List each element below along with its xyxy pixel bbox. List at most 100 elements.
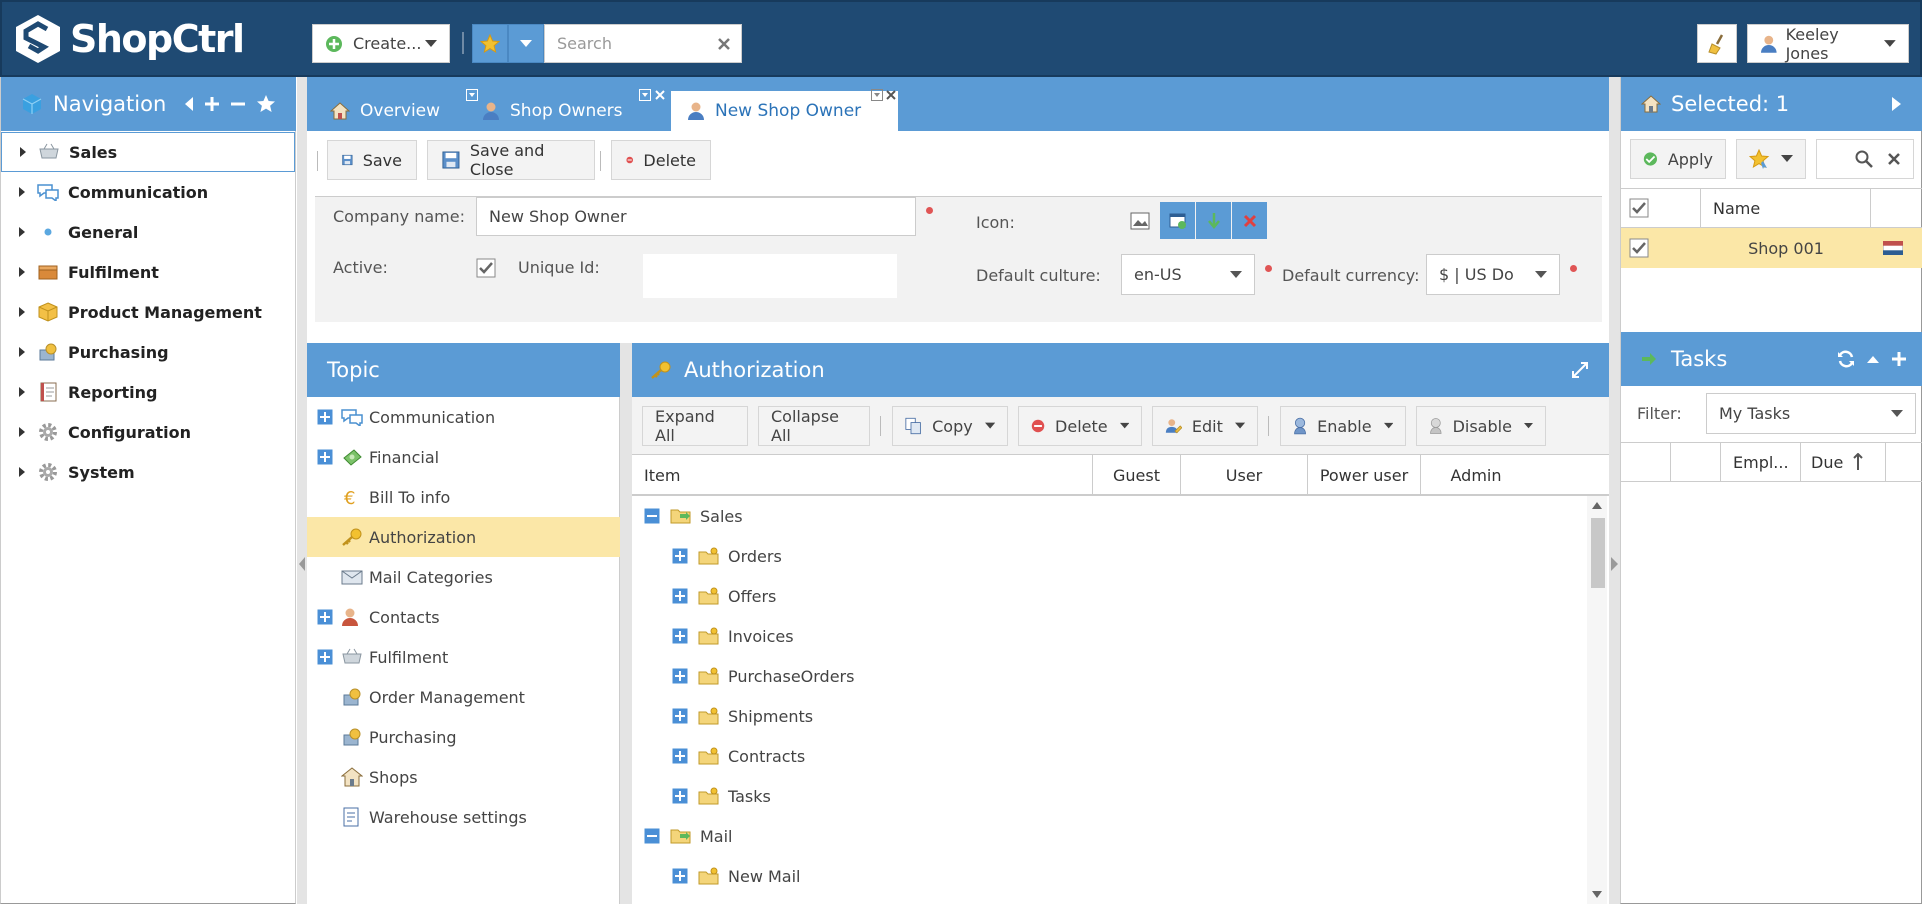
column-header-user[interactable]: User (1181, 455, 1308, 495)
collapse-right-icon[interactable] (1611, 557, 1618, 571)
column-header-guest[interactable]: Guest (1093, 455, 1181, 495)
topic-item-authorization[interactable]: Authorization (307, 517, 620, 557)
collapse-left-icon[interactable] (299, 557, 306, 571)
sort-ascending-icon[interactable] (1853, 453, 1864, 471)
expand-plus-icon[interactable] (672, 748, 688, 764)
clear-icon[interactable] (717, 37, 731, 51)
minus-icon[interactable] (230, 96, 246, 112)
download-icon-button[interactable] (1196, 202, 1231, 239)
expand-arrow-icon[interactable] (16, 466, 28, 478)
delete-button[interactable]: Delete (611, 140, 711, 180)
default-culture-select[interactable]: en-US (1121, 254, 1255, 295)
nav-item-reporting[interactable]: Reporting (1, 372, 295, 412)
nav-item-configuration[interactable]: Configuration (1, 412, 295, 452)
column-header-due[interactable]: Due (1801, 443, 1886, 481)
clear-cache-button[interactable] (1697, 24, 1737, 63)
row-checkbox-cell[interactable] (1621, 238, 1701, 258)
delete-menu-button[interactable]: Delete (1018, 406, 1142, 446)
tab-menu-icon[interactable] (639, 89, 651, 101)
star-icon[interactable] (256, 94, 276, 114)
tree-row[interactable]: Shipments (672, 696, 813, 736)
expand-plus-icon[interactable] (672, 788, 688, 804)
tree-row[interactable]: Invoices (672, 616, 794, 656)
expand-arrow-icon[interactable] (16, 266, 28, 278)
tree-row[interactable]: Orders (672, 536, 782, 576)
expand-plus-icon[interactable] (672, 628, 688, 644)
tab-overview[interactable]: Overview (330, 89, 478, 131)
expand-all-button[interactable]: Expand All (642, 406, 748, 446)
nav-item-fulfilment[interactable]: Fulfilment (1, 252, 295, 292)
scrollbar-thumb[interactable] (1591, 518, 1605, 588)
search-input[interactable]: Search (544, 24, 742, 63)
expand-right-icon[interactable] (1892, 97, 1901, 111)
left-splitter[interactable] (297, 77, 307, 904)
apply-button[interactable]: Apply (1630, 139, 1726, 179)
nav-item-communication[interactable]: Communication (1, 172, 295, 212)
scroll-up-icon[interactable] (1592, 502, 1602, 509)
copy-button[interactable]: Copy (892, 406, 1008, 446)
create-button[interactable]: Create... (312, 24, 450, 63)
plus-icon[interactable] (1891, 351, 1907, 367)
tab-menu-icon[interactable] (466, 89, 478, 101)
app-logo[interactable]: ShopCtrl (14, 14, 245, 64)
column-header-employee[interactable]: Empl... (1721, 443, 1801, 481)
topic-item-bill-to-info[interactable]: € Bill To info (307, 477, 620, 517)
search-icon[interactable] (1855, 150, 1873, 168)
scroll-down-icon[interactable] (1592, 891, 1602, 898)
topic-item-order-management[interactable]: Order Management (307, 677, 620, 717)
expand-arrow-icon[interactable] (17, 146, 29, 158)
tree-row[interactable]: Mail (644, 816, 733, 856)
favorite-filter-button[interactable] (1736, 139, 1806, 179)
nav-item-system[interactable]: System (1, 452, 295, 492)
expand-plus-icon[interactable] (317, 449, 333, 465)
unique-id-field[interactable] (643, 254, 897, 298)
expand-arrow-icon[interactable] (16, 186, 28, 198)
tab-menu-icon[interactable] (871, 89, 883, 101)
tree-row[interactable]: Tasks (672, 776, 771, 816)
nav-item-purchasing[interactable]: Purchasing (1, 332, 295, 372)
collapse-left-icon[interactable] (184, 97, 194, 111)
close-icon[interactable] (885, 89, 897, 101)
column-header-power-user[interactable]: Power user (1308, 455, 1421, 495)
save-and-close-button[interactable]: Save and Close (427, 140, 595, 180)
expand-arrow-icon[interactable] (16, 306, 28, 318)
expand-plus-icon[interactable] (317, 409, 333, 425)
refresh-icon[interactable] (1837, 350, 1855, 368)
topic-item-fulfilment[interactable]: Fulfilment (307, 637, 620, 677)
topic-item-shops[interactable]: Shops (307, 757, 620, 797)
column-header-name[interactable]: Name (1701, 189, 1871, 227)
close-icon[interactable] (654, 89, 666, 101)
expand-arrow-icon[interactable] (16, 226, 28, 238)
expand-plus-icon[interactable] (672, 868, 688, 884)
expand-plus-icon[interactable] (317, 609, 333, 625)
selected-search-field[interactable] (1816, 139, 1914, 179)
topic-item-purchasing[interactable]: Purchasing (307, 717, 620, 757)
remove-icon-button[interactable] (1232, 202, 1267, 239)
collapse-up-icon[interactable] (1867, 355, 1879, 363)
collapse-minus-icon[interactable] (644, 828, 660, 844)
right-splitter[interactable] (1609, 77, 1620, 904)
tree-row[interactable]: PurchaseOrders (672, 656, 854, 696)
nav-item-sales[interactable]: Sales (1, 132, 295, 172)
company-name-field[interactable]: New Shop Owner (476, 197, 916, 236)
expand-plus-icon[interactable] (672, 708, 688, 724)
collapse-all-button[interactable]: Collapse All (758, 406, 870, 446)
topic-item-contacts[interactable]: Contacts (307, 597, 620, 637)
save-button[interactable]: Save (327, 140, 417, 180)
clear-icon[interactable] (1887, 152, 1901, 166)
selected-row[interactable]: Shop 001 (1621, 228, 1922, 268)
user-menu[interactable]: Keeley Jones (1747, 24, 1909, 63)
tab-new-shop-owner[interactable]: New Shop Owner (671, 89, 898, 131)
nav-item-general[interactable]: General (1, 212, 295, 252)
nav-item-product-management[interactable]: Product Management (1, 292, 295, 332)
select-all-checkbox[interactable] (1629, 198, 1649, 218)
default-currency-select[interactable]: $ | US Do (1426, 254, 1560, 295)
favorites-dropdown[interactable] (508, 24, 544, 63)
tree-row[interactable]: Contracts (672, 736, 805, 776)
maximize-icon[interactable] (1571, 361, 1589, 379)
expand-plus-icon[interactable] (672, 548, 688, 564)
plus-icon[interactable] (204, 96, 220, 112)
tree-row[interactable]: Sales (644, 496, 743, 536)
task-filter-select[interactable]: My Tasks (1706, 393, 1916, 434)
topic-item-communication[interactable]: Communication (307, 397, 620, 437)
